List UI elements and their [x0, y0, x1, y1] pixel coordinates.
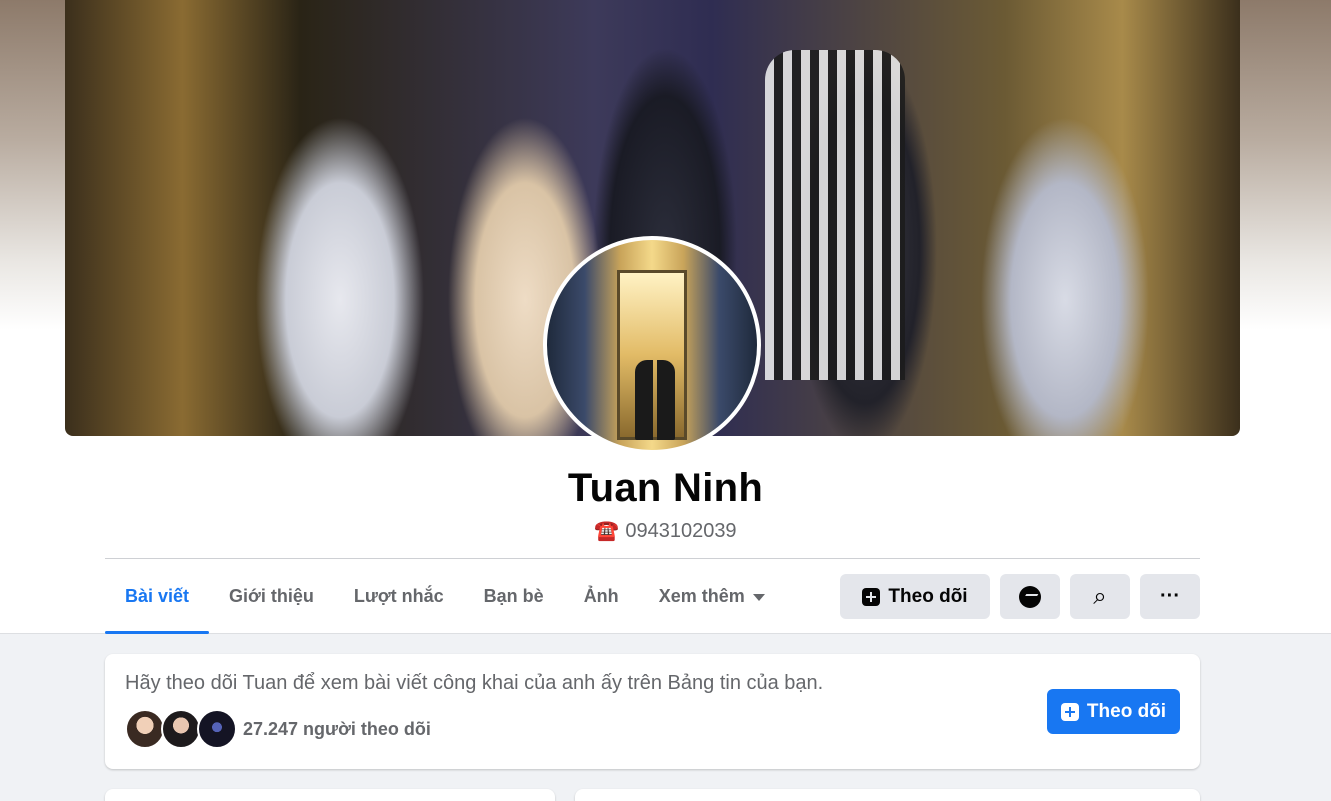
tab-more-label: Xem thêm — [658, 586, 745, 606]
profile-name: Tuan Ninh — [567, 466, 764, 510]
tab-about[interactable]: Giới thiệu — [209, 559, 334, 634]
tab-friends[interactable]: Bạn bè — [464, 559, 564, 634]
follow-prompt-card: Hãy theo dõi Tuan để xem bài viết công k… — [105, 654, 1200, 769]
intro-card — [105, 789, 555, 801]
follow-icon — [1060, 702, 1079, 721]
follower-avatar — [197, 709, 237, 749]
profile-header: Tuan Ninh ☎️ 0943102039 Bài viết Giới thi… — [0, 0, 1331, 634]
tab-posts[interactable]: Bài viết — [105, 559, 210, 634]
follower-avatar — [161, 709, 201, 749]
more-options-button[interactable]: ··· — [1140, 574, 1200, 619]
avatar-people — [635, 360, 675, 440]
tab-more[interactable]: Xem thêm — [639, 559, 785, 634]
tab-photos[interactable]: Ảnh — [564, 559, 639, 634]
phone-number: 0943102039 — [625, 520, 737, 542]
cover-photo-detail — [765, 50, 905, 380]
search-button[interactable]: ⌕ — [1070, 574, 1130, 619]
search-icon: ⌕ — [1093, 582, 1107, 610]
profile-phone: ☎️ 0943102039 — [0, 518, 1331, 543]
follow-button-label: Theo dõi — [888, 585, 968, 607]
caret-down-icon — [752, 593, 765, 601]
follow-button[interactable]: Theo dõi — [840, 574, 990, 619]
tab-mentions[interactable]: Lượt nhắc — [334, 559, 464, 634]
messenger-button[interactable] — [1000, 574, 1060, 619]
posts-card — [575, 789, 1200, 801]
followers-row[interactable]: 27.247 người theo dõi — [125, 709, 431, 749]
card-follow-button[interactable]: Theo dõi — [1047, 689, 1180, 734]
profile-tabs: Bài viết Giới thiệu Lượt nhắc Bạn bè Ảnh… — [105, 559, 785, 634]
card-follow-button-label: Theo dõi — [1086, 700, 1167, 722]
telephone-icon: ☎️ — [594, 520, 620, 542]
more-icon: ··· — [1160, 585, 1180, 607]
follower-avatar — [125, 709, 165, 749]
follow-prompt-text: Hãy theo dõi Tuan để xem bài viết công k… — [125, 672, 824, 694]
profile-avatar[interactable] — [543, 236, 761, 454]
followers-count: 27.247 người theo dõi — [243, 718, 431, 739]
follow-icon — [862, 587, 881, 606]
messenger-icon — [1019, 585, 1041, 608]
